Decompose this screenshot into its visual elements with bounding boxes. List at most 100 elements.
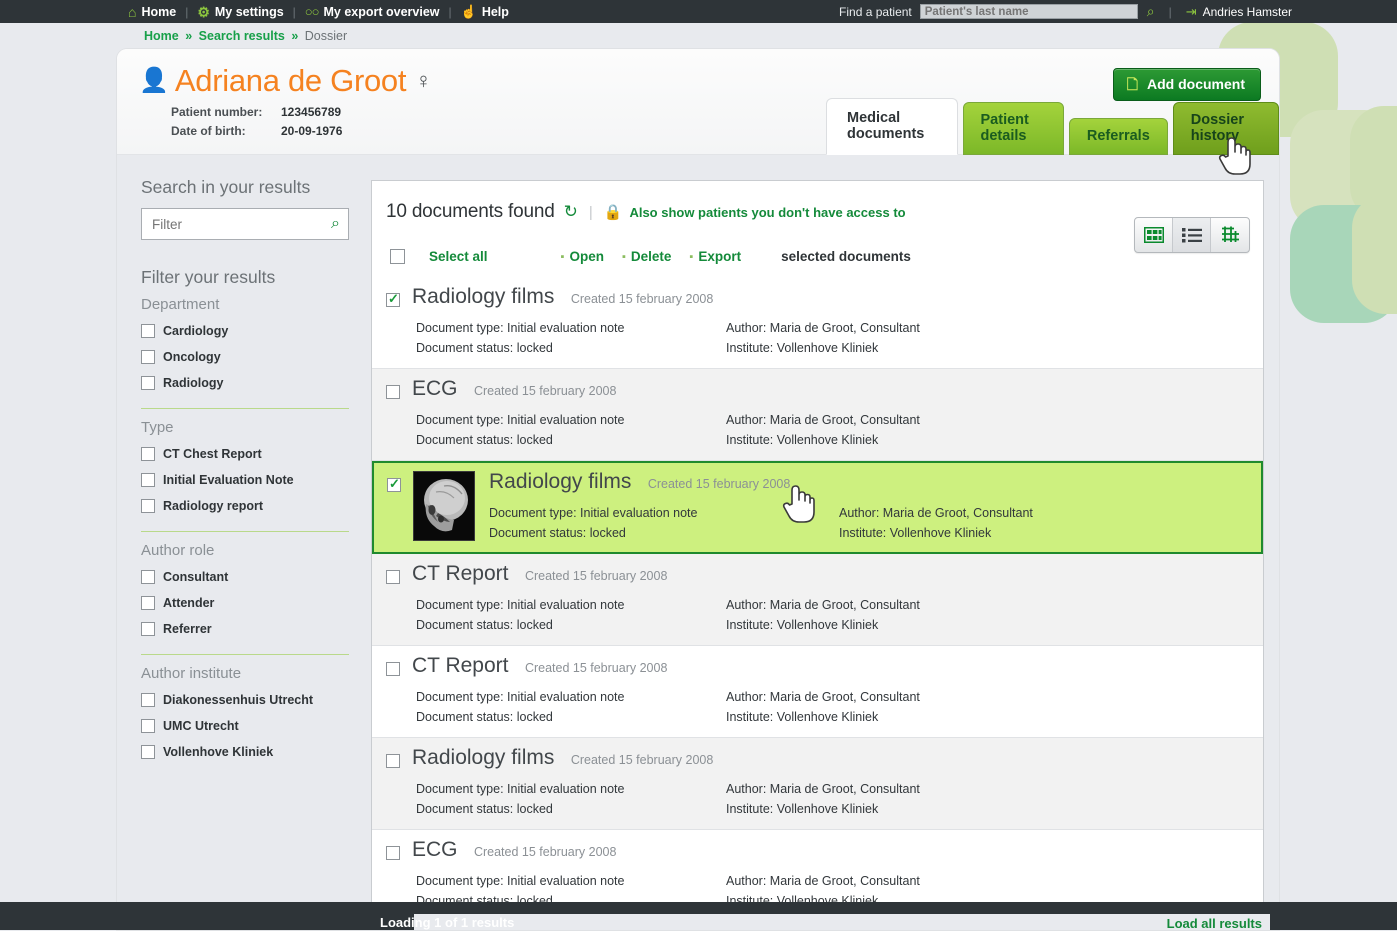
checkbox[interactable] bbox=[141, 596, 155, 610]
institute-value: Vollenhove Kliniek bbox=[777, 802, 878, 816]
document-thumbnail[interactable] bbox=[413, 471, 475, 541]
date-of-birth-value: 20-09-1976 bbox=[281, 122, 342, 141]
row-checkbox[interactable] bbox=[386, 754, 400, 768]
filter-option-oncology[interactable]: Oncology bbox=[141, 344, 349, 370]
filter-option-radiology-report[interactable]: Radiology report bbox=[141, 493, 349, 519]
checkbox[interactable] bbox=[141, 745, 155, 759]
filter-option-label: Referrer bbox=[163, 622, 212, 636]
checkbox[interactable] bbox=[141, 376, 155, 390]
breadcrumb-separator: » bbox=[291, 29, 298, 43]
filter-option-referrer[interactable]: Referrer bbox=[141, 616, 349, 642]
load-all-results-link[interactable]: Load all results bbox=[1167, 916, 1262, 931]
table-row[interactable]: Radiology films Created 15 february 2008… bbox=[372, 738, 1263, 830]
facet-department: Department Cardiology Oncology Radiology bbox=[141, 296, 349, 396]
checkbox[interactable] bbox=[141, 350, 155, 364]
table-row[interactable]: ECG Created 15 february 2008 Document ty… bbox=[372, 369, 1263, 461]
action-export[interactable]: ▪ Export bbox=[689, 249, 741, 264]
author-label: Author: bbox=[726, 321, 766, 335]
institute-label: Institute: bbox=[726, 341, 773, 355]
checkbox[interactable] bbox=[141, 693, 155, 707]
table-row[interactable]: CT Report Created 15 february 2008 Docum… bbox=[372, 554, 1263, 646]
filter-option-attender[interactable]: Attender bbox=[141, 590, 349, 616]
tab-dossier-history[interactable]: Dossier history bbox=[1173, 102, 1279, 155]
bullet-icon: ▪ bbox=[561, 251, 565, 263]
author-label: Author: bbox=[726, 413, 766, 427]
search-icon[interactable]: ⌕ bbox=[1147, 3, 1155, 20]
divider: | bbox=[589, 204, 593, 221]
search-icon[interactable]: ⌕ bbox=[331, 215, 340, 233]
select-all-link[interactable]: Select all bbox=[429, 249, 488, 264]
author-value: Maria de Groot, Consultant bbox=[770, 690, 920, 704]
tab-dossier-history-label: Dossier history bbox=[1191, 112, 1244, 144]
list-view-button[interactable] bbox=[1173, 218, 1211, 252]
author-value: Maria de Groot, Consultant bbox=[770, 782, 920, 796]
top-navigation-bar: ⌂ Home | ⚙ My settings | ○○ My export ov… bbox=[0, 0, 1397, 23]
breadcrumb-item-home[interactable]: Home bbox=[144, 29, 179, 43]
facet-type-title: Type bbox=[141, 419, 349, 436]
tab-patient-details[interactable]: Patient details bbox=[963, 102, 1064, 155]
author-label: Author: bbox=[839, 506, 879, 520]
action-open[interactable]: ▪ Open bbox=[561, 249, 604, 264]
tab-medical-documents[interactable]: Medical documents bbox=[826, 98, 958, 155]
filter-input[interactable] bbox=[150, 216, 331, 233]
nav-item-my-settings[interactable]: ⚙ My settings bbox=[188, 5, 292, 19]
nav-item-my-export-overview[interactable]: ○○ My export overview bbox=[296, 5, 449, 19]
checkbox[interactable] bbox=[141, 499, 155, 513]
author-value: Maria de Groot, Consultant bbox=[770, 598, 920, 612]
facet-author-role: Author role Consultant Attender Referrer bbox=[141, 531, 349, 642]
filter-option-consultant[interactable]: Consultant bbox=[141, 564, 349, 590]
document-type-value: Initial evaluation note bbox=[507, 874, 624, 888]
author-value: Maria de Groot, Consultant bbox=[770, 321, 920, 335]
checkbox[interactable] bbox=[141, 473, 155, 487]
loading-status: Loading 1 of 1 results bbox=[380, 915, 514, 930]
nav-item-help[interactable]: ☝ Help bbox=[452, 5, 518, 19]
action-delete[interactable]: ▪ Delete bbox=[622, 249, 671, 264]
filter-option-label: CT Chest Report bbox=[163, 447, 262, 461]
select-all-checkbox[interactable] bbox=[390, 249, 405, 264]
document-type-label: Document type: bbox=[416, 690, 504, 704]
current-user[interactable]: ⇥ Andries Hamster bbox=[1186, 4, 1292, 20]
detail-view-button[interactable] bbox=[1211, 218, 1249, 252]
table-row-selected[interactable]: Radiology films Created 15 february 2008… bbox=[372, 461, 1263, 554]
nav-item-home[interactable]: ⌂ Home bbox=[119, 5, 185, 19]
female-gender-icon: ♀ bbox=[415, 68, 432, 94]
breadcrumb-current: Dossier bbox=[305, 29, 347, 43]
filter-option-ct-chest-report[interactable]: CT Chest Report bbox=[141, 441, 349, 467]
nav-item-my-settings-label: My settings bbox=[215, 5, 284, 19]
document-title: Radiology films bbox=[412, 285, 554, 308]
filter-option-umc-utrecht[interactable]: UMC Utrecht bbox=[141, 713, 349, 739]
nav-item-home-label: Home bbox=[141, 5, 176, 19]
filter-option-initial-evaluation-note[interactable]: Initial Evaluation Note bbox=[141, 467, 349, 493]
grid-view-button[interactable] bbox=[1135, 218, 1173, 252]
row-checkbox[interactable] bbox=[386, 846, 400, 860]
table-row[interactable]: CT Report Created 15 february 2008 Docum… bbox=[372, 646, 1263, 738]
checkbox[interactable] bbox=[141, 447, 155, 461]
checkbox[interactable] bbox=[141, 622, 155, 636]
filter-option-diakonessenhuis-utrecht[interactable]: Diakonessenhuis Utrecht bbox=[141, 687, 349, 713]
row-checkbox[interactable] bbox=[386, 385, 400, 399]
brain-scan-thumbnail-icon bbox=[414, 472, 474, 540]
refresh-icon[interactable]: ↻ bbox=[564, 202, 578, 222]
table-row[interactable]: Radiology films Created 15 february 2008… bbox=[372, 277, 1263, 369]
dossier-card: 👤 Adriana de Groot ♀ Patient number: 123… bbox=[117, 49, 1279, 930]
checkbox[interactable] bbox=[141, 324, 155, 338]
row-checkbox[interactable] bbox=[386, 570, 400, 584]
filter-option-vollenhove-kliniek[interactable]: Vollenhove Kliniek bbox=[141, 739, 349, 765]
add-document-button[interactable]: 🗋 Add document bbox=[1113, 68, 1261, 101]
row-checkbox[interactable] bbox=[386, 293, 400, 307]
filter-option-cardiology[interactable]: Cardiology bbox=[141, 318, 349, 344]
filter-option-radiology[interactable]: Radiology bbox=[141, 370, 349, 396]
nav-item-my-export-overview-label: My export overview bbox=[324, 5, 440, 19]
checkbox[interactable] bbox=[141, 570, 155, 584]
facet-author-institute-title: Author institute bbox=[141, 665, 349, 682]
checkbox[interactable] bbox=[141, 719, 155, 733]
document-created: Created 15 february 2008 bbox=[474, 845, 616, 859]
breadcrumb-item-search-results[interactable]: Search results bbox=[199, 29, 285, 43]
filters-sidebar: Search in your results ⌕ Filter your res… bbox=[117, 155, 371, 930]
find-patient-input[interactable] bbox=[920, 4, 1138, 19]
show-restricted-patients-link[interactable]: Also show patients you don't have access… bbox=[629, 205, 905, 220]
row-checkbox[interactable] bbox=[386, 662, 400, 676]
row-checkbox[interactable] bbox=[387, 478, 401, 492]
dossier-tabs: Medical documents Patient details Referr… bbox=[826, 98, 1279, 155]
tab-referrals[interactable]: Referrals bbox=[1069, 118, 1168, 155]
